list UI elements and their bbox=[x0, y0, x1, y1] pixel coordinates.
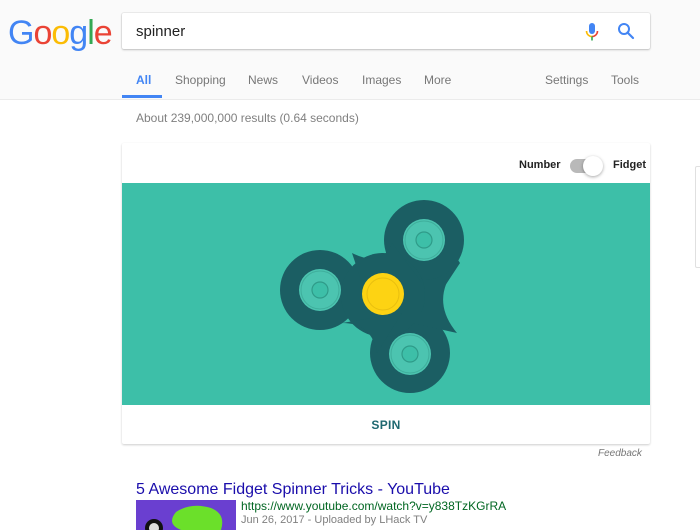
logo-letter: e bbox=[93, 14, 113, 52]
tab-images[interactable]: Images bbox=[362, 73, 401, 87]
tab-news[interactable]: News bbox=[248, 73, 278, 87]
logo-letter: g bbox=[69, 14, 88, 52]
tab-more[interactable]: More bbox=[424, 73, 451, 87]
bearing-left bbox=[299, 269, 341, 311]
toggle-label-number[interactable]: Number bbox=[519, 159, 561, 171]
tab-all[interactable]: All bbox=[136, 73, 151, 87]
video-thumbnail[interactable] bbox=[136, 500, 236, 530]
header: Google spinner All Shopping News Videos … bbox=[0, 0, 700, 100]
active-tab-indicator bbox=[122, 95, 162, 98]
mode-toggle-knob[interactable] bbox=[583, 156, 603, 176]
spin-button[interactable]: SPIN bbox=[122, 405, 650, 444]
tab-settings[interactable]: Settings bbox=[545, 73, 588, 87]
toggle-label-fidget[interactable]: Fidget bbox=[613, 159, 646, 171]
microphone-icon[interactable] bbox=[584, 22, 600, 42]
logo-letter: o bbox=[33, 14, 52, 52]
thumbnail-image bbox=[145, 505, 223, 530]
magnifier-icon[interactable] bbox=[617, 22, 635, 40]
result-title-link[interactable]: 5 Awesome Fidget Spinner Tricks - YouTub… bbox=[136, 481, 450, 499]
feedback-link[interactable]: Feedback bbox=[598, 448, 642, 459]
side-panel-edge bbox=[695, 166, 700, 268]
search-tabs: All Shopping News Videos Images More Set… bbox=[0, 66, 700, 99]
tab-videos[interactable]: Videos bbox=[302, 73, 338, 87]
spinner-stage[interactable] bbox=[122, 183, 650, 405]
search-input[interactable]: spinner bbox=[122, 13, 650, 49]
bearing-bottom bbox=[389, 333, 431, 375]
result-url: https://www.youtube.com/watch?v=y838TzKG… bbox=[241, 499, 507, 513]
search-query[interactable]: spinner bbox=[136, 23, 185, 40]
logo-letter: G bbox=[8, 14, 34, 52]
tab-shopping[interactable]: Shopping bbox=[175, 73, 226, 87]
google-logo[interactable]: Google bbox=[8, 14, 113, 53]
tab-tools[interactable]: Tools bbox=[611, 73, 639, 87]
spinner-widget: Number Fidget SPIN bbox=[122, 143, 650, 444]
bearing-top bbox=[403, 219, 445, 261]
center-cap bbox=[362, 273, 404, 315]
logo-letter: o bbox=[51, 14, 70, 52]
fidget-spinner[interactable] bbox=[122, 183, 650, 405]
result-stats: About 239,000,000 results (0.64 seconds) bbox=[136, 111, 359, 125]
result-meta: Jun 26, 2017 - Uploaded by LHack TV bbox=[241, 514, 428, 526]
